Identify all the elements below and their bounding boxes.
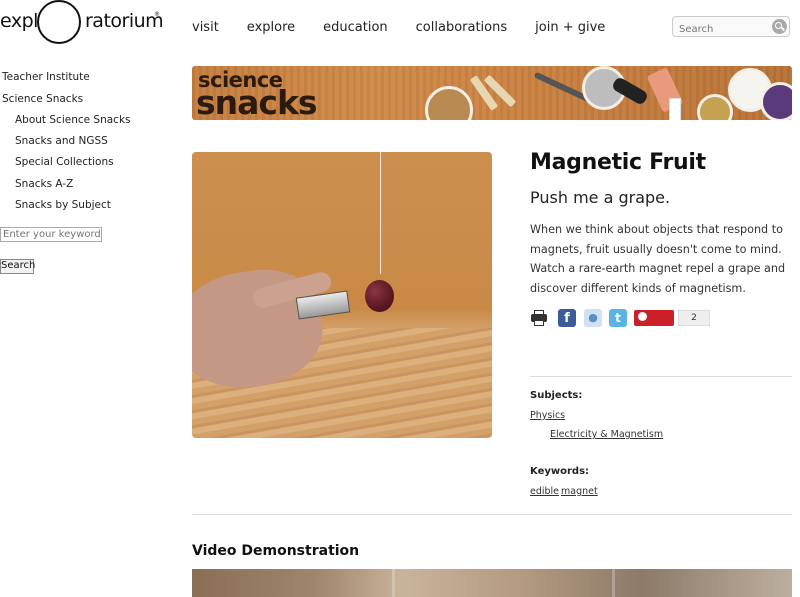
- reddit-icon[interactable]: ●: [584, 309, 602, 327]
- print-icon[interactable]: [530, 309, 548, 327]
- subject-link-electricity-magnetism[interactable]: Electricity & Magnetism: [550, 429, 663, 440]
- nav-join-give[interactable]: join + give: [535, 20, 605, 35]
- page-subtitle: Push me a grape.: [530, 188, 671, 207]
- divider: [192, 514, 792, 515]
- banner-bowl-marbles: [760, 82, 792, 120]
- keywords-label: Keywords:: [530, 466, 590, 477]
- sidebar-item-snacks-by-subject[interactable]: Snacks by Subject: [0, 198, 180, 219]
- magnetic-fruit-photo: [192, 152, 492, 438]
- video-frame-detail: [612, 569, 615, 597]
- science-snacks-banner[interactable]: science snacks: [192, 66, 792, 120]
- logo-ring-icon: [37, 0, 81, 44]
- logo-registered-mark: ®: [154, 11, 160, 18]
- pinterest-icon: [638, 312, 647, 321]
- twitter-icon[interactable]: t: [609, 309, 627, 327]
- page-title: Magnetic Fruit: [530, 150, 706, 175]
- search-icon[interactable]: [772, 19, 787, 34]
- divider: [530, 376, 792, 377]
- subject-link-physics[interactable]: Physics: [530, 410, 565, 421]
- banner-glue-bottle: [669, 98, 681, 120]
- sidebar-item-special-collections[interactable]: Special Collections: [0, 155, 180, 176]
- video-player[interactable]: [192, 569, 792, 597]
- nav-explore[interactable]: explore: [247, 20, 295, 35]
- keyword-search-input[interactable]: [0, 227, 102, 242]
- sidebar-item-about-science-snacks[interactable]: About Science Snacks: [0, 113, 180, 134]
- keyword-link-magnet[interactable]: magnet: [561, 486, 598, 497]
- video-demonstration-heading: Video Demonstration: [192, 543, 360, 559]
- nav-education[interactable]: education: [323, 20, 388, 35]
- logo-text-right: ratorium: [85, 10, 164, 32]
- pinterest-count-badge: 2: [678, 310, 710, 326]
- nav-visit[interactable]: visit: [192, 20, 219, 35]
- site-search-input[interactable]: [673, 20, 768, 39]
- main-nav: visit explore education collaborations j…: [192, 20, 633, 35]
- sidebar-item-science-snacks[interactable]: Science Snacks: [0, 92, 180, 114]
- photo-pendulum-string: [380, 152, 381, 274]
- photo-grape: [365, 280, 394, 312]
- keyword-search-button[interactable]: Search: [0, 259, 35, 274]
- sidebar-item-teacher-institute[interactable]: Teacher Institute: [0, 70, 180, 92]
- nav-collaborations[interactable]: collaborations: [416, 20, 507, 35]
- sidebar-item-snacks-a-z[interactable]: Snacks A-Z: [0, 177, 180, 198]
- sidebar-item-snacks-and-ngss[interactable]: Snacks and NGSS: [0, 134, 180, 155]
- logo-text-left: expl: [0, 10, 38, 32]
- banner-word-snacks: snacks: [196, 83, 318, 120]
- pinterest-save-label: Save: [638, 329, 663, 339]
- site-search: [672, 16, 790, 39]
- facebook-icon[interactable]: f: [558, 309, 576, 327]
- subjects-label: Subjects:: [530, 390, 583, 401]
- exploratorium-logo[interactable]: expl ratorium ®: [0, 0, 164, 46]
- article-description: When we think about objects that respond…: [530, 223, 786, 295]
- video-frame-detail: [392, 569, 395, 597]
- sidebar-nav: Teacher Institute Science Snacks About S…: [0, 70, 180, 219]
- pinterest-save-button[interactable]: Save: [634, 310, 674, 339]
- keyword-link-edible[interactable]: edible: [530, 486, 559, 497]
